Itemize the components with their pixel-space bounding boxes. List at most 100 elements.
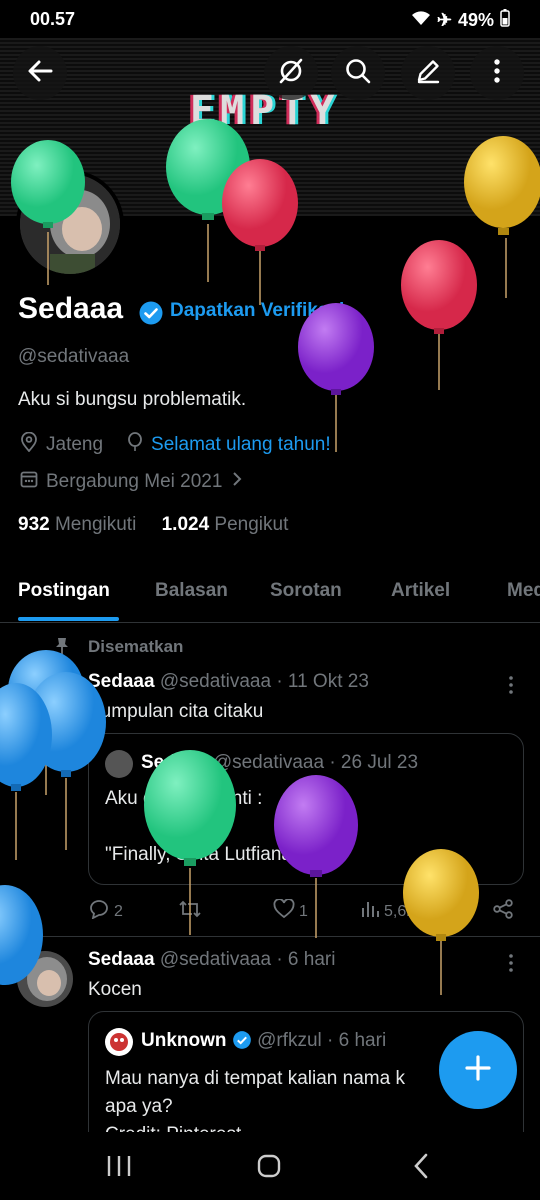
like-button[interactable]: 1 — [273, 898, 308, 924]
quoted-text-line-2: "Finally, Sinta Lutfiana S.Pd" — [105, 844, 346, 865]
post-author-name[interactable]: Sedaaa — [88, 949, 155, 970]
chevron-right-icon — [232, 471, 242, 493]
balloon-red-2 — [401, 240, 477, 390]
profile-handle: @sedativaaa — [18, 346, 130, 367]
home-icon[interactable] — [256, 1153, 282, 1184]
views-button[interactable]: 5,6rb — [360, 899, 420, 924]
joined-text: Bergabung Mei 2021 — [46, 471, 223, 492]
quoted-time: · 6 hari — [327, 1030, 387, 1051]
post-text: Kocen — [88, 979, 142, 1000]
location-icon — [20, 431, 38, 458]
post-header: Sedaaa @sedativaaa · 11 Okt 23 — [88, 671, 369, 693]
quoted-avatar — [105, 1028, 133, 1056]
profile-meta-row: Jateng Selamat ulang tahun! — [20, 431, 331, 458]
battery-percent: 49% — [457, 10, 494, 30]
quoted-text-line-1: Mau nanya di tempat kalian nama k — [105, 1068, 405, 1089]
system-navigation-bar — [0, 1132, 540, 1200]
plus-icon — [463, 1053, 493, 1088]
tab-postingan[interactable]: Postingan — [18, 580, 110, 602]
profile-bio: Aku si bungsu problematik. — [18, 389, 247, 410]
back-arrow-icon — [26, 57, 54, 90]
quoted-author-name: Sedaaa — [141, 752, 208, 773]
status-bar: 00.57 ✈ 49% — [0, 0, 540, 38]
quoted-header: Unknown @rfkzul · 6 hari — [141, 1030, 386, 1056]
followers-stat[interactable]: 1.024 Pengikut — [162, 514, 289, 535]
followers-label: Pengikut — [214, 514, 289, 535]
tab-media[interactable]: Media — [507, 580, 540, 602]
quoted-post[interactable]: Sedaaa @sedativaaa · 26 Jul 23 Aku di 20… — [88, 733, 524, 885]
reply-count: 2 — [114, 902, 123, 920]
battery-icon — [500, 9, 510, 32]
quoted-author-handle: @rfkzul — [257, 1030, 322, 1051]
post-item[interactable]: Disematkan Sedaaa @sedativaaa · 11 Okt 2… — [0, 623, 540, 937]
quoted-header: Sedaaa @sedativaaa · 26 Jul 23 — [141, 752, 418, 774]
quoted-avatar — [105, 750, 133, 778]
post-more-icon[interactable] — [502, 953, 520, 978]
post-header: Sedaaa @sedativaaa · 6 hari — [88, 949, 335, 971]
like-count: 1 — [299, 902, 308, 920]
post-author-name[interactable]: Sedaaa — [88, 671, 155, 692]
calendar-icon — [20, 470, 38, 494]
pin-icon — [54, 637, 70, 660]
post-actions: 2 1 5,6rb — [88, 898, 518, 925]
repost-button[interactable] — [178, 899, 202, 924]
quoted-author-handle: @sedativaaa — [212, 752, 325, 773]
banner-text: EMPTY — [190, 88, 341, 134]
joined-row[interactable]: Bergabung Mei 2021 — [20, 470, 242, 494]
edit-button[interactable] — [401, 46, 455, 100]
post-time: · 6 hari — [276, 949, 336, 970]
post-avatar[interactable] — [17, 951, 73, 1007]
recent-apps-icon[interactable] — [106, 1154, 132, 1183]
more-vertical-icon — [493, 58, 501, 89]
repost-icon — [178, 900, 202, 923]
reply-icon — [88, 899, 110, 924]
balloon-purple-1 — [298, 303, 374, 452]
post-author-handle: @sedativaaa — [159, 671, 272, 692]
get-verified-link[interactable]: Dapatkan Verifikasi — [170, 300, 344, 322]
pinned-label: Disematkan — [88, 637, 184, 656]
back-nav-icon[interactable] — [412, 1152, 430, 1185]
quoted-text-line-1: Aku di 2025 nanti : — [105, 788, 263, 809]
status-icons: ✈ 49% — [411, 9, 510, 32]
heart-icon — [273, 898, 295, 924]
post-more-icon[interactable] — [502, 675, 520, 700]
views-count: 5,6rb — [384, 902, 421, 920]
post-text: Kumpulan cita citaku — [88, 701, 264, 722]
search-icon — [344, 57, 372, 90]
verified-badge-icon[interactable] — [138, 300, 164, 331]
quoted-time: · 26 Jul 23 — [329, 752, 419, 773]
verified-badge-icon — [232, 1030, 252, 1056]
birthday-link[interactable]: Selamat ulang tahun! — [151, 434, 331, 456]
follow-stats: 932 Mengikuti 1.024 Pengikut — [18, 514, 288, 536]
location-text: Jateng — [46, 434, 104, 455]
reply-button[interactable]: 2 — [88, 899, 123, 924]
tab-balasan[interactable]: Balasan — [155, 580, 228, 602]
balloon-icon — [127, 432, 143, 458]
quoted-text-line-2: apa ya? — [105, 1096, 173, 1117]
views-bar-chart-icon — [360, 899, 380, 924]
quoted-author-name: Unknown — [141, 1030, 227, 1051]
profile-tabs: Postingan Balasan Sorotan Artikel Media — [0, 570, 540, 623]
status-time: 00.57 — [30, 9, 76, 29]
grok-icon — [276, 56, 306, 91]
following-label: Mengikuti — [54, 514, 137, 535]
bookmark-icon[interactable] — [454, 899, 472, 924]
following-stat[interactable]: 932 Mengikuti — [18, 514, 136, 535]
wifi-icon — [411, 10, 431, 31]
quoted-text-line-3: Credit: Pinterest — [105, 1124, 241, 1132]
more-options-button[interactable] — [470, 46, 524, 100]
back-button[interactable] — [13, 46, 67, 100]
following-count: 932 — [18, 514, 50, 535]
post-avatar[interactable] — [17, 671, 73, 727]
pencil-icon — [414, 57, 442, 90]
tab-artikel[interactable]: Artikel — [391, 580, 450, 602]
followers-count: 1.024 — [161, 514, 210, 535]
search-button[interactable] — [331, 46, 385, 100]
profile-avatar[interactable] — [16, 170, 124, 278]
tab-sorotan[interactable]: Sorotan — [270, 580, 342, 602]
profile-name: Sedaaa — [18, 292, 124, 325]
compose-post-button[interactable] — [439, 1031, 517, 1109]
post-author-handle: @sedativaaa — [159, 949, 272, 970]
grok-button[interactable] — [264, 46, 318, 100]
share-icon[interactable] — [492, 899, 514, 924]
